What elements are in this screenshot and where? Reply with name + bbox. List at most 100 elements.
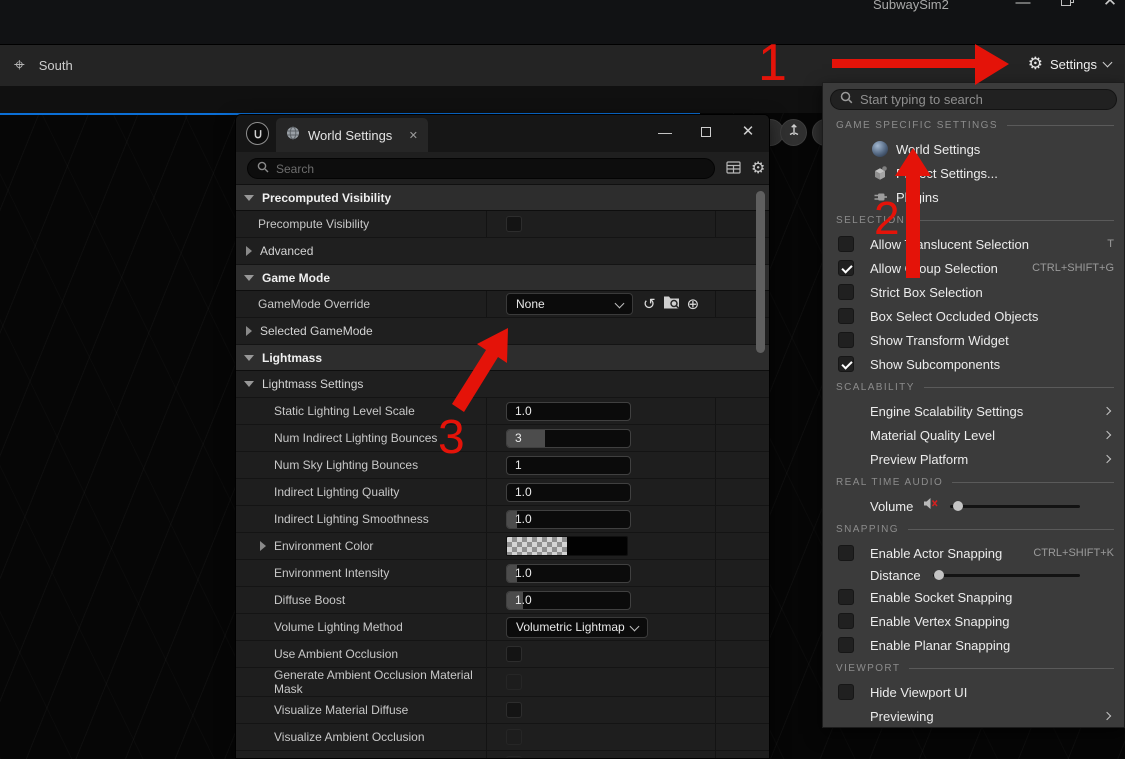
menu-section-selection: SELECTION [823,209,1124,232]
search-input[interactable] [276,162,705,176]
checkbox-strict-box-selection[interactable] [838,284,854,300]
search-icon [840,91,853,109]
menu-item-box-select-occluded-objects[interactable]: Box Select Occluded Objects [823,304,1124,328]
muted-speaker-icon[interactable] [923,497,938,515]
menu-item-allow-translucent-selection[interactable]: Allow Translucent SelectionT [823,232,1124,256]
location-indicator[interactable]: ⌖ South [14,54,73,76]
value-field-environment-intensity[interactable]: 1.0 [506,564,631,583]
menu-item-allow-group-selection[interactable]: Allow Group SelectionCTRL+SHIFT+G [823,256,1124,280]
menu-item-enable-socket-snapping[interactable]: Enable Socket Snapping [823,585,1124,609]
group-advanced[interactable]: Advanced [236,238,770,265]
panel-close-button[interactable]: ✕ [734,119,762,145]
value-field-num-sky-lighting-bounces[interactable]: 1 [506,456,631,475]
property-value-cell: 1.0 [486,591,770,610]
menu-item-label: Allow Group Selection [870,261,998,276]
category-game-mode[interactable]: Game Mode [236,265,770,291]
project-settings-icon [871,165,889,181]
checkbox-visualize-ambient-occlusion[interactable] [506,729,522,745]
panel-settings-gear-icon[interactable]: ⚙ [751,158,765,178]
menu-item-engine-scalability-settings[interactable]: Engine Scalability Settings [823,399,1124,423]
checkbox-hide-viewport-ui[interactable] [838,684,854,700]
value-field-num-indirect-lighting-bounces[interactable]: 3 [506,429,631,448]
menu-item-label: World Settings [896,142,980,157]
unreal-logo-icon[interactable] [246,122,269,145]
use-asset-icon[interactable]: ↺ [643,296,656,312]
checkbox-precompute-visibility[interactable] [506,216,522,232]
view-options-icon[interactable] [726,161,741,179]
menu-search-input[interactable] [860,93,1107,107]
slider-thumb[interactable] [934,570,944,580]
right-divider [715,533,716,559]
value-field-static-lighting-level-scale[interactable]: 1.0 [506,402,631,421]
menu-item-show-subcomponents[interactable]: Show Subcomponents [823,352,1124,376]
close-button[interactable]: ✕ [1095,0,1125,11]
checkbox-enable-actor-snapping[interactable] [838,545,854,561]
menu-item-enable-vertex-snapping[interactable]: Enable Vertex Snapping [823,609,1124,633]
checkbox-box-select-occluded-objects[interactable] [838,308,854,324]
menu-item-material-quality-level[interactable]: Material Quality Level [823,423,1124,447]
slider-thumb[interactable] [953,501,963,511]
category-precomputed-visibility[interactable]: Precomputed Visibility [236,185,770,211]
panel-minimize-button[interactable]: — [651,119,679,145]
checkbox-allow-group-selection[interactable] [838,260,854,276]
property-value-cell [486,674,770,690]
browse-icon[interactable] [663,295,680,314]
scrollbar-thumb[interactable] [756,191,765,353]
menu-item-preview-platform[interactable]: Preview Platform [823,447,1124,471]
maximize-icon [701,127,711,137]
checkbox-visualize-material-diffuse[interactable] [506,702,522,718]
minimize-button[interactable]: — [1008,0,1038,14]
restore-button[interactable] [1055,0,1085,13]
checkbox-use-ambient-occlusion[interactable] [506,646,522,662]
checkbox-generate-ambient-occlusion-material-mask[interactable] [506,674,522,690]
property-label: Use Ambient Occlusion [274,647,398,661]
search-field[interactable] [247,158,715,179]
slider-track-volume[interactable] [950,505,1080,508]
value-field-diffuse-boost[interactable]: 1.0 [506,591,631,610]
group-lightmass-settings[interactable]: Lightmass Settings [236,371,770,398]
add-icon[interactable]: ⊕ [687,296,700,312]
menu-item-show-transform-widget[interactable]: Show Transform Widget [823,328,1124,352]
property-precompute-visibility: Precompute Visibility [236,211,770,238]
settings-button[interactable]: ⚙ Settings [1028,54,1111,74]
menu-item-distance[interactable]: Distance [823,565,1124,585]
checkbox-allow-translucent-selection[interactable] [838,236,854,252]
slider-track-distance[interactable] [933,574,1080,577]
menu-search-field[interactable] [830,89,1117,110]
color-swatch-environment-color[interactable] [506,536,628,556]
world-settings-tab[interactable]: World Settings ✕ [276,118,428,152]
section-divider-line [952,482,1114,483]
menu-item-world-settings[interactable]: World Settings [823,137,1124,161]
dropdown-gamemode-override[interactable]: None [506,293,633,315]
checkbox-enable-vertex-snapping[interactable] [838,613,854,629]
value-field-indirect-lighting-smoothness[interactable]: 1.0 [506,510,631,529]
menu-item-label: Show Transform Widget [870,333,1009,348]
category-lightmass[interactable]: Lightmass [236,345,770,371]
menu-item-project-settings[interactable]: Project Settings... [823,161,1124,185]
transform-tool-button[interactable] [780,119,807,146]
checkbox-show-subcomponents[interactable] [838,356,854,372]
menu-item-volume[interactable]: Volume [823,494,1124,518]
property-label: Num Indirect Lighting Bounces [274,431,437,445]
group-selected-gamemode[interactable]: Selected GameMode [236,318,770,345]
menu-item-previewing[interactable]: Previewing [823,704,1124,728]
checkbox-enable-planar-snapping[interactable] [838,637,854,653]
menu-item-plugins[interactable]: Plugins [823,185,1124,209]
menu-item-hide-viewport-ui[interactable]: Hide Viewport UI [823,680,1124,704]
search-icon [257,160,269,178]
value-field-indirect-lighting-quality[interactable]: 1.0 [506,483,631,502]
field-value: 1.0 [515,566,532,580]
panel-maximize-button[interactable] [692,119,720,145]
tab-close-icon[interactable]: ✕ [409,129,418,142]
dropdown-volume-lighting-method[interactable]: Volumetric Lightmap [506,617,648,638]
property-label-cell: Generate Ambient Occlusion Material Mask [236,668,486,696]
right-divider [715,452,716,478]
checkbox-enable-socket-snapping[interactable] [838,589,854,605]
menu-item-enable-planar-snapping[interactable]: Enable Planar Snapping [823,633,1124,657]
menu-item-strict-box-selection[interactable]: Strict Box Selection [823,280,1124,304]
globe-icon [871,141,889,157]
world-settings-titlebar[interactable]: World Settings ✕ — ✕ [236,115,769,152]
menu-item-enable-actor-snapping[interactable]: Enable Actor SnappingCTRL+SHIFT+K [823,541,1124,565]
expander-icon [246,326,252,336]
checkbox-show-transform-widget[interactable] [838,332,854,348]
